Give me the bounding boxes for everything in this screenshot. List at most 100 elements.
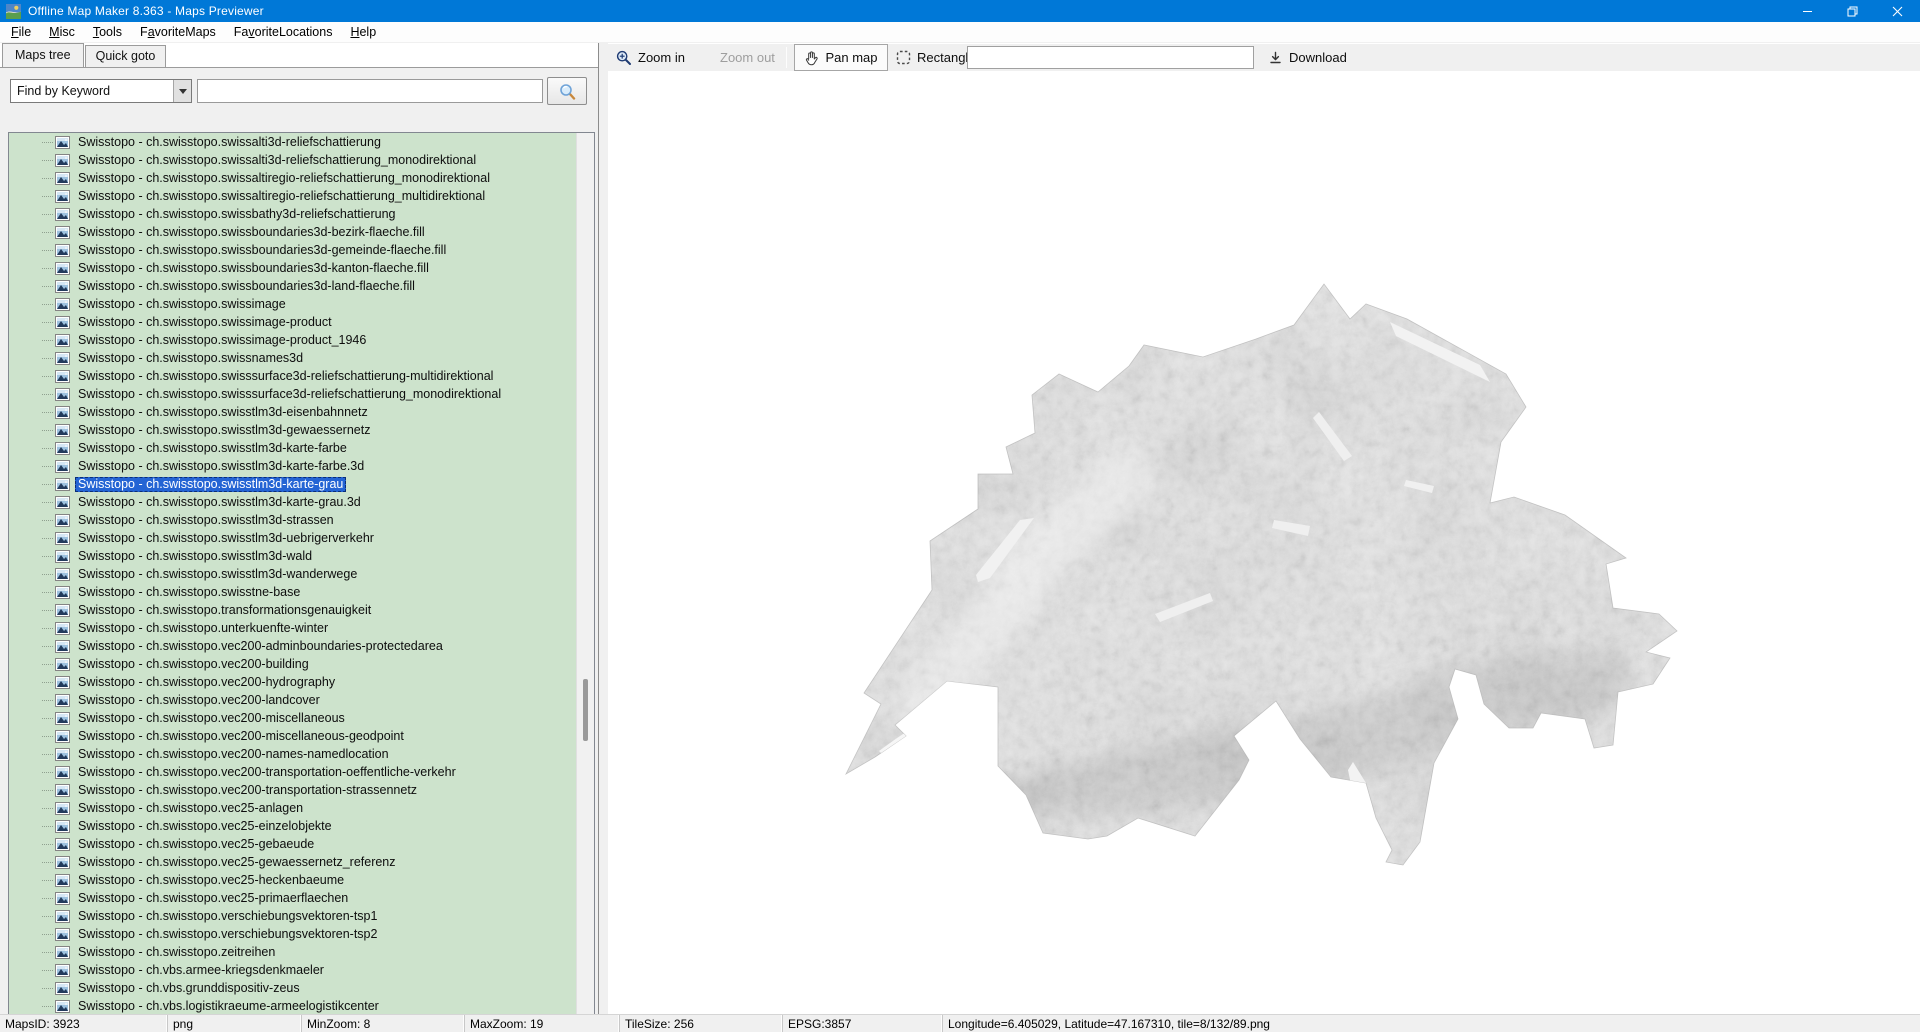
tree-item[interactable]: Swisstopo - ch.swisstopo.vec25-anlagen xyxy=(9,799,577,817)
tree-item[interactable]: Swisstopo - ch.swisstopo.swisstlm3d-kart… xyxy=(9,475,577,493)
tree-item[interactable]: Swisstopo - ch.swisstopo.swissnames3d xyxy=(9,349,577,367)
tree-item[interactable]: Swisstopo - ch.vbs.armee-kriegsdenkmaele… xyxy=(9,961,577,979)
tree-item[interactable]: Swisstopo - ch.swisstopo.verschiebungsve… xyxy=(9,925,577,943)
tree-item[interactable]: Swisstopo - ch.swisstopo.vec25-heckenbae… xyxy=(9,871,577,889)
tree-item[interactable]: Swisstopo - ch.swisstopo.swisstlm3d-kart… xyxy=(9,493,577,511)
tree-connector xyxy=(42,663,53,665)
pan-map-label: Pan map xyxy=(825,50,878,65)
map-layer-icon xyxy=(55,351,70,365)
tree-item-label: Swisstopo - ch.swisstopo.transformations… xyxy=(78,602,372,617)
tree-item-label: Swisstopo - ch.swisstopo.zeitreihen xyxy=(78,944,276,959)
tab-quick-goto[interactable]: Quick goto xyxy=(84,45,167,67)
close-button[interactable] xyxy=(1875,0,1920,22)
tree-item[interactable]: Swisstopo - ch.swisstopo.swisstlm3d-uebr… xyxy=(9,529,577,547)
toolbar-text-input[interactable] xyxy=(967,46,1254,69)
tree-item-label: Swisstopo - ch.swisstopo.vec25-primaerfl… xyxy=(78,890,349,905)
statusbar-panel: EPSG:3857 xyxy=(783,1015,943,1032)
minimize-button[interactable] xyxy=(1785,0,1830,22)
menu-item-favoritemaps[interactable]: FavoriteMaps xyxy=(131,23,225,41)
tree-item[interactable]: Swisstopo - ch.swisstopo.swissalti3d-rel… xyxy=(9,151,577,169)
tree-item[interactable]: Swisstopo - ch.swisstopo.swisstlm3d-wald xyxy=(9,547,577,565)
map-layer-icon xyxy=(55,585,70,599)
tree-item[interactable]: Swisstopo - ch.vbs.grunddispositiv-zeus xyxy=(9,979,577,997)
tree-item[interactable]: Swisstopo - ch.swisstopo.swissbathy3d-re… xyxy=(9,205,577,223)
tree-connector xyxy=(42,699,53,701)
tab-maps-tree[interactable]: Maps tree xyxy=(2,43,84,67)
tree-item-label: Swisstopo - ch.swisstopo.swisstlm3d-kart… xyxy=(78,440,347,455)
map-layer-icon xyxy=(55,243,70,257)
tree-item[interactable]: Swisstopo - ch.swisstopo.swisstlm3d-gewa… xyxy=(9,421,577,439)
tree-item[interactable]: Swisstopo - ch.swisstopo.swisssurface3d-… xyxy=(9,367,577,385)
tree-item[interactable]: Swisstopo - ch.swisstopo.vec200-hydrogra… xyxy=(9,673,577,691)
panel-splitter[interactable] xyxy=(598,43,608,1014)
tree-item[interactable]: Swisstopo - ch.swisstopo.swissboundaries… xyxy=(9,223,577,241)
search-input[interactable] xyxy=(197,79,543,103)
tree-item[interactable]: Swisstopo - ch.swisstopo.verschiebungsve… xyxy=(9,907,577,925)
tree-item[interactable]: Swisstopo - ch.swisstopo.swisstlm3d-eise… xyxy=(9,403,577,421)
tree-item[interactable]: Swisstopo - ch.swisstopo.swisstne-base xyxy=(9,583,577,601)
tree-item-label: Swisstopo - ch.swisstopo.swisstlm3d-kart… xyxy=(75,476,347,492)
tree-connector xyxy=(42,357,53,359)
map-layer-icon xyxy=(55,639,70,653)
tree-connector xyxy=(42,537,53,539)
tree-item-label: Swisstopo - ch.swisstopo.vec200-adminbou… xyxy=(78,638,443,653)
tree-item[interactable]: Swisstopo - ch.swisstopo.swisstlm3d-wand… xyxy=(9,565,577,583)
tree-connector xyxy=(42,951,53,953)
tree-item[interactable]: Swisstopo - ch.swisstopo.unterkuenfte-wi… xyxy=(9,619,577,637)
map-layer-icon xyxy=(55,837,70,851)
map-layer-icon xyxy=(55,711,70,725)
tree-item[interactable]: Swisstopo - ch.swisstopo.swissalti3d-rel… xyxy=(9,133,577,151)
tree-vertical-scrollbar[interactable] xyxy=(576,133,594,1032)
tree-connector xyxy=(42,789,53,791)
menu-item-favoritelocations[interactable]: FavoriteLocations xyxy=(225,23,342,41)
rectangle-select-button[interactable]: Rectangle xyxy=(896,44,976,71)
menu-item-help[interactable]: Help xyxy=(341,23,385,41)
search-mode-dropdown[interactable]: Find by Keyword xyxy=(10,79,192,103)
map-canvas[interactable] xyxy=(608,71,1920,1014)
tree-item[interactable]: Swisstopo - ch.swisstopo.swissboundaries… xyxy=(9,259,577,277)
tree-item[interactable]: Swisstopo - ch.swisstopo.vec200-landcove… xyxy=(9,691,577,709)
menu-item-tools[interactable]: Tools xyxy=(84,23,131,41)
tree-item[interactable]: Swisstopo - ch.swisstopo.vec200-transpor… xyxy=(9,763,577,781)
tree-item[interactable]: Swisstopo - ch.vbs.logistikraeume-armeel… xyxy=(9,997,577,1015)
toolbar-separator xyxy=(786,47,787,68)
tree-item[interactable]: Swisstopo - ch.swisstopo.swissboundaries… xyxy=(9,277,577,295)
restore-button[interactable] xyxy=(1830,0,1875,22)
tree-connector xyxy=(42,591,53,593)
tree-item[interactable]: Swisstopo - ch.swisstopo.vec25-gebaeude xyxy=(9,835,577,853)
tree-item[interactable]: Swisstopo - ch.swisstopo.vec200-miscella… xyxy=(9,727,577,745)
menu-item-file[interactable]: File xyxy=(2,23,40,41)
tree-item[interactable]: Swisstopo - ch.swisstopo.vec25-primaerfl… xyxy=(9,889,577,907)
tree-item[interactable]: Swisstopo - ch.swisstopo.transformations… xyxy=(9,601,577,619)
tree-item[interactable]: Swisstopo - ch.swisstopo.swissboundaries… xyxy=(9,241,577,259)
tree-item[interactable]: Swisstopo - ch.swisstopo.vec200-miscella… xyxy=(9,709,577,727)
scrollbar-thumb[interactable] xyxy=(583,679,588,741)
tree-item[interactable]: Swisstopo - ch.swisstopo.swisssurface3d-… xyxy=(9,385,577,403)
map-layer-icon xyxy=(55,819,70,833)
tree-item[interactable]: Swisstopo - ch.swisstopo.swissaltiregio-… xyxy=(9,187,577,205)
search-button[interactable] xyxy=(547,77,587,105)
tree-item[interactable]: Swisstopo - ch.swisstopo.swisstlm3d-kart… xyxy=(9,439,577,457)
tree-item[interactable]: Swisstopo - ch.swisstopo.swisstlm3d-kart… xyxy=(9,457,577,475)
tree-item[interactable]: Swisstopo - ch.swisstopo.swissimage xyxy=(9,295,577,313)
tree-item[interactable]: Swisstopo - ch.swisstopo.vec25-gewaesser… xyxy=(9,853,577,871)
tree-item[interactable]: Swisstopo - ch.swisstopo.swissimage-prod… xyxy=(9,331,577,349)
switzerland-relief-map[interactable] xyxy=(830,270,1710,890)
pan-map-button[interactable]: Pan map xyxy=(794,44,888,71)
tree-item[interactable]: Swisstopo - ch.swisstopo.vec25-einzelobj… xyxy=(9,817,577,835)
tree-item[interactable]: Swisstopo - ch.swisstopo.vec200-building xyxy=(9,655,577,673)
tree-item[interactable]: Swisstopo - ch.swisstopo.zeitreihen xyxy=(9,943,577,961)
map-layer-icon xyxy=(55,621,70,635)
tree-item-label: Swisstopo - ch.swisstopo.swisstlm3d-kart… xyxy=(78,458,365,473)
tree-connector xyxy=(42,843,53,845)
map-layer-icon xyxy=(55,279,70,293)
download-button[interactable]: Download xyxy=(1268,44,1347,71)
tree-item[interactable]: Swisstopo - ch.swisstopo.swissimage-prod… xyxy=(9,313,577,331)
tree-item[interactable]: Swisstopo - ch.swisstopo.swisstlm3d-stra… xyxy=(9,511,577,529)
tree-item[interactable]: Swisstopo - ch.swisstopo.vec200-names-na… xyxy=(9,745,577,763)
tree-item[interactable]: Swisstopo - ch.swisstopo.vec200-transpor… xyxy=(9,781,577,799)
menu-item-misc[interactable]: Misc xyxy=(40,23,84,41)
tree-item[interactable]: Swisstopo - ch.swisstopo.vec200-adminbou… xyxy=(9,637,577,655)
zoom-in-button[interactable]: Zoom in xyxy=(616,44,685,71)
tree-item[interactable]: Swisstopo - ch.swisstopo.swissaltiregio-… xyxy=(9,169,577,187)
